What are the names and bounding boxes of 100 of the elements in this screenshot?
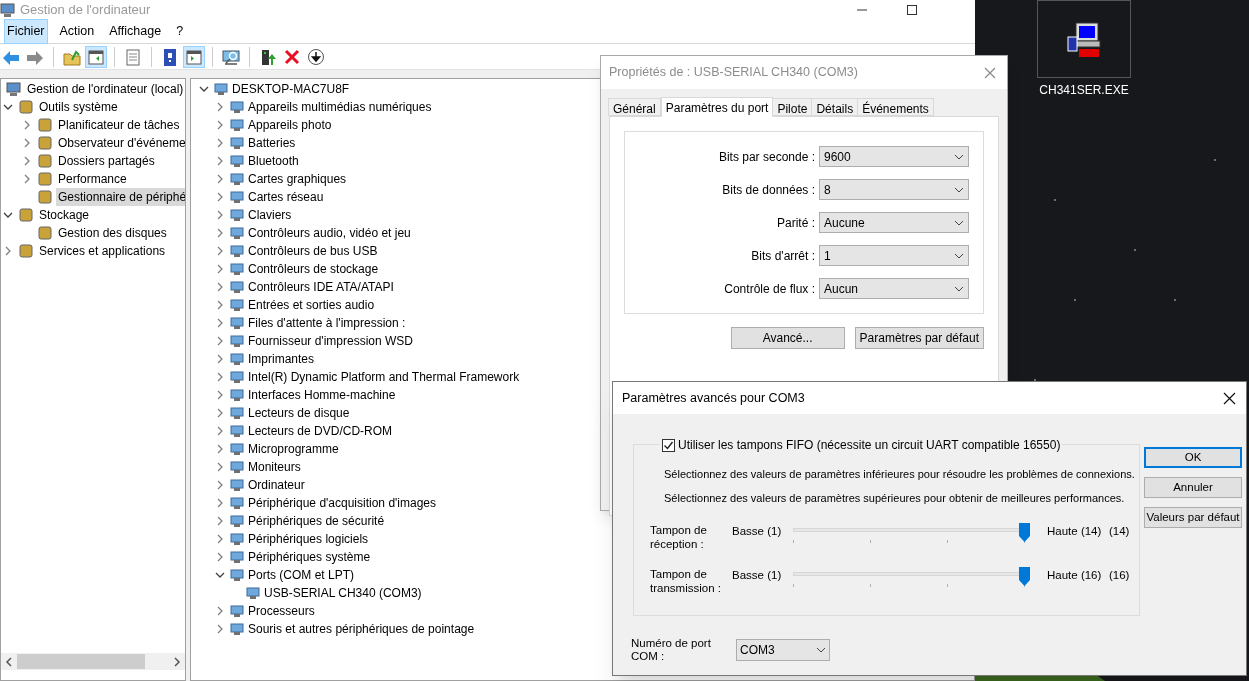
tree-item[interactable]: Intel(R) Dynamic Platform and Thermal Framework bbox=[248, 368, 520, 386]
tree-item[interactable]: Périphériques logiciels bbox=[248, 530, 369, 548]
tree-item[interactable]: Planificateur de tâches bbox=[56, 116, 182, 134]
desktop-icon-label[interactable]: CH341SER.EXE bbox=[1030, 81, 1138, 99]
tree-item[interactable]: Moniteurs bbox=[248, 458, 301, 476]
slider-thumb[interactable] bbox=[1019, 523, 1030, 542]
tree-item[interactable]: Gestion des disques bbox=[56, 224, 169, 242]
device-icon bbox=[229, 243, 245, 259]
tree-item[interactable]: Contrôleurs IDE ATA/ATAPI bbox=[248, 278, 394, 296]
tree-item[interactable]: USB-SERIAL CH340 (COM3) bbox=[264, 584, 422, 602]
device-icon bbox=[229, 369, 245, 385]
device-icon bbox=[229, 189, 245, 205]
window-title: Gestion de l'ordinateur bbox=[20, 1, 151, 20]
device-icon bbox=[229, 549, 245, 565]
computer-usb-icon[interactable] bbox=[1064, 19, 1104, 59]
tree-item[interactable]: Interfaces Homme-machine bbox=[248, 386, 396, 404]
device-icon bbox=[229, 405, 245, 421]
device-icon bbox=[229, 441, 245, 457]
tab[interactable]: Événements bbox=[857, 98, 934, 116]
tree-item[interactable]: Contrôleurs audio, vidéo et jeu bbox=[248, 224, 411, 242]
dialog-button[interactable]: OK bbox=[1144, 447, 1242, 468]
checkbox[interactable] bbox=[662, 438, 675, 452]
tree-item[interactable]: Imprimantes bbox=[248, 350, 315, 368]
tree-item[interactable]: Entrées et sorties audio bbox=[248, 296, 375, 314]
device-icon bbox=[229, 351, 245, 367]
slider-max-label: Haute (14) bbox=[1047, 524, 1103, 539]
tree-item[interactable]: Processeurs bbox=[248, 602, 315, 620]
tree-item[interactable]: Stockage bbox=[37, 206, 92, 224]
slider-value: (16) bbox=[1109, 568, 1130, 583]
computer-icon bbox=[0, 2, 16, 18]
tab[interactable]: Détails bbox=[811, 98, 859, 116]
tab[interactable]: Pilote bbox=[772, 98, 813, 116]
scroll-right-icon[interactable] bbox=[171, 655, 183, 668]
tree-item[interactable]: Ports (COM et LPT) bbox=[248, 566, 354, 584]
device-icon bbox=[229, 477, 245, 493]
device-icon bbox=[229, 153, 245, 169]
tree-item[interactable]: Performance bbox=[56, 170, 129, 188]
tree-item[interactable]: Périphériques de sécurité bbox=[248, 512, 385, 530]
tree-item[interactable]: Cartes graphiques bbox=[248, 170, 347, 188]
device-icon bbox=[229, 333, 245, 349]
device-icon bbox=[229, 495, 245, 511]
toolbar-button[interactable] bbox=[183, 45, 205, 68]
tree-item[interactable]: Outils système bbox=[37, 98, 120, 116]
tree-item[interactable]: Microprogramme bbox=[248, 440, 339, 458]
tree-item[interactable]: Périphériques système bbox=[248, 548, 371, 566]
tree-item[interactable]: Files d'attente à l'impression : bbox=[248, 314, 406, 332]
tab[interactable]: Général bbox=[608, 98, 661, 116]
desktop-icon-tile[interactable] bbox=[1037, 0, 1131, 78]
dropdown[interactable]: Aucune bbox=[819, 212, 969, 233]
tree-item[interactable]: Claviers bbox=[248, 206, 292, 224]
scroll-left-icon[interactable] bbox=[3, 655, 15, 668]
dropdown[interactable]: COM3 bbox=[736, 639, 830, 661]
tree-item[interactable]: Fournisseur d'impression WSD bbox=[248, 332, 413, 350]
scrollbar[interactable] bbox=[1, 653, 185, 670]
device-icon bbox=[229, 207, 245, 223]
tree-item[interactable]: Appareils photo bbox=[248, 116, 332, 134]
close-icon[interactable] bbox=[1223, 391, 1236, 405]
tree-item[interactable]: Gestionnaire de périphé bbox=[56, 188, 185, 206]
device-icon bbox=[229, 225, 245, 241]
tree-item[interactable]: Services et applications bbox=[37, 242, 168, 260]
menu-item[interactable]: Fichier bbox=[4, 19, 48, 44]
maximize-icon[interactable] bbox=[906, 4, 918, 16]
menu-item[interactable]: Action bbox=[56, 19, 98, 44]
tree-item[interactable]: Appareils multimédias numériques bbox=[248, 98, 432, 116]
dialog-button[interactable]: Avancé... bbox=[730, 327, 845, 349]
tree-item[interactable]: Lecteurs de disque bbox=[248, 404, 350, 422]
tree-item[interactable]: Batteries bbox=[248, 134, 296, 152]
menu-item[interactable]: Affichage bbox=[106, 19, 165, 44]
slider-label: Tampon de transmission : bbox=[650, 567, 722, 595]
checkbox-label[interactable]: Utiliser les tampons FIFO (nécessite un circuit UART compatible 16550) bbox=[678, 436, 1061, 454]
dropdown[interactable]: 8 bbox=[819, 179, 969, 200]
dialog-button[interactable]: Valeurs par défaut bbox=[1144, 507, 1242, 528]
tree-item[interactable]: Contrôleurs de stockage bbox=[248, 260, 379, 278]
tree-item[interactable]: Ordinateur bbox=[248, 476, 305, 494]
tree-item[interactable]: Observateur d'événeme bbox=[56, 134, 185, 152]
tree-item[interactable]: Cartes réseau bbox=[248, 188, 324, 206]
tree-item[interactable]: Périphérique d'acquisition d'images bbox=[248, 494, 437, 512]
toolbar-button[interactable] bbox=[85, 45, 107, 68]
dialog-button[interactable]: Annuler bbox=[1144, 477, 1242, 498]
tree-item[interactable]: Bluetooth bbox=[248, 152, 299, 170]
tab[interactable]: Paramètres du port bbox=[660, 97, 774, 117]
field-label: Numéro de port COM : bbox=[631, 637, 712, 663]
field-label: Bits par seconde : bbox=[718, 148, 815, 166]
tree-item[interactable]: DESKTOP-MAC7U8F bbox=[232, 80, 350, 98]
device-icon bbox=[245, 585, 261, 601]
device-icon bbox=[229, 135, 245, 151]
dropdown[interactable]: 1 bbox=[819, 245, 969, 266]
tree-item[interactable]: Contrôleurs de bus USB bbox=[248, 242, 378, 260]
dropdown[interactable]: 9600 bbox=[819, 146, 969, 167]
field-label: Contrôle de flux : bbox=[724, 280, 815, 298]
tree-item[interactable]: Gestion de l'ordinateur (local) bbox=[25, 80, 185, 98]
slider-thumb[interactable] bbox=[1019, 567, 1030, 586]
dialog-button[interactable]: Paramètres par défaut bbox=[854, 327, 984, 349]
menu-item[interactable]: ? bbox=[173, 19, 187, 44]
tree-item[interactable]: Lecteurs de DVD/CD-ROM bbox=[248, 422, 393, 440]
slider-min-label: Basse (1) bbox=[732, 568, 783, 583]
device-icon bbox=[229, 279, 245, 295]
dropdown[interactable]: Aucun bbox=[819, 278, 969, 299]
tree-item[interactable]: Dossiers partagés bbox=[56, 152, 157, 170]
tree-item[interactable]: Souris et autres périphériques de pointage bbox=[248, 620, 475, 638]
